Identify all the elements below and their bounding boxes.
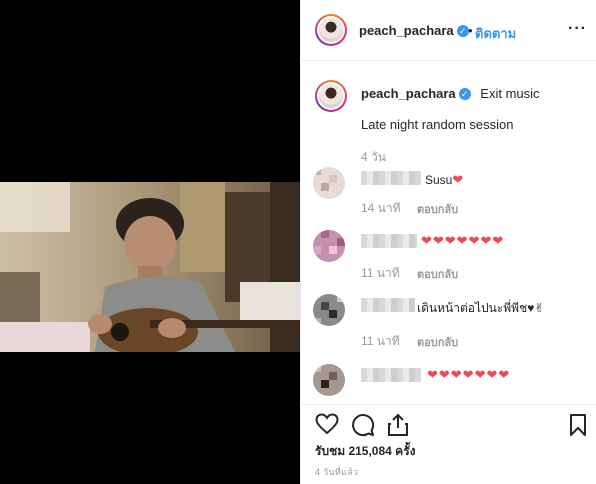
caption-text: Late night random session: [361, 117, 514, 132]
comment-item: เดินหน้าต่อไปนะพี่พีช♥✌ 11 นาที ตอบกลับ: [301, 290, 596, 350]
video-player[interactable]: [0, 182, 300, 352]
video-frame: [0, 182, 300, 352]
author-username[interactable]: peach_pachara ✓: [359, 23, 469, 38]
separator-dot: •: [468, 23, 473, 38]
verified-badge-icon: ✓: [458, 87, 471, 100]
commenter-username[interactable]: [361, 234, 417, 248]
verified-badge-icon: ✓: [456, 24, 469, 37]
view-count[interactable]: รับชม 215,084 ครั้ง: [315, 442, 416, 461]
comment-text: ❤❤❤❤❤❤❤: [421, 233, 505, 248]
post-timestamp[interactable]: 4 วันที่แล้ว: [315, 465, 358, 479]
comment-time[interactable]: 11 นาที: [361, 332, 400, 351]
commenter-avatar[interactable]: [313, 294, 345, 326]
post-panel: peach_pachara ✓ • ติดตาม ··· peach_pachar…: [300, 0, 596, 484]
reply-button[interactable]: ตอบกลับ: [417, 265, 458, 283]
bookmark-icon[interactable]: [569, 413, 587, 437]
comment-time[interactable]: 14 นาที: [361, 199, 401, 218]
reply-button[interactable]: ตอบกลับ: [417, 200, 458, 218]
audio-title[interactable]: Exit music: [480, 86, 539, 101]
commenter-username[interactable]: [361, 368, 421, 382]
speech-bubble-icon[interactable]: [351, 413, 375, 437]
reply-button[interactable]: ตอบกลับ: [417, 333, 458, 351]
commenter-username[interactable]: [361, 298, 415, 312]
comment-item: ❤❤❤❤❤❤❤: [301, 358, 596, 402]
comment-item: Susu❤ 14 นาที ตอบกลับ: [301, 163, 596, 223]
commenter-avatar[interactable]: [313, 230, 345, 262]
comment-text: ❤❤❤❤❤❤❤: [427, 367, 511, 382]
commenter-avatar[interactable]: [313, 364, 345, 396]
caption-avatar[interactable]: [315, 80, 347, 112]
heart-outline-icon[interactable]: [315, 413, 339, 435]
caption-username[interactable]: peach_pachara ✓ Exit music: [361, 86, 540, 101]
comment-text: Susu❤: [425, 172, 465, 187]
comment-text: เดินหน้าต่อไปนะพี่พีช♥✌: [417, 301, 545, 315]
more-options-icon[interactable]: ···: [568, 20, 587, 38]
media-pane: [0, 0, 300, 484]
commenter-username[interactable]: [361, 171, 421, 185]
post-header: peach_pachara ✓ • ติดตาม ···: [301, 0, 596, 61]
commenter-avatar[interactable]: [313, 167, 345, 199]
comment-time[interactable]: 11 นาที: [361, 264, 400, 283]
share-upload-icon[interactable]: [387, 413, 409, 437]
follow-button[interactable]: ติดตาม: [475, 23, 516, 44]
author-avatar[interactable]: [315, 14, 347, 46]
comment-item: ❤❤❤❤❤❤❤ 11 นาที ตอบกลับ: [301, 224, 596, 284]
